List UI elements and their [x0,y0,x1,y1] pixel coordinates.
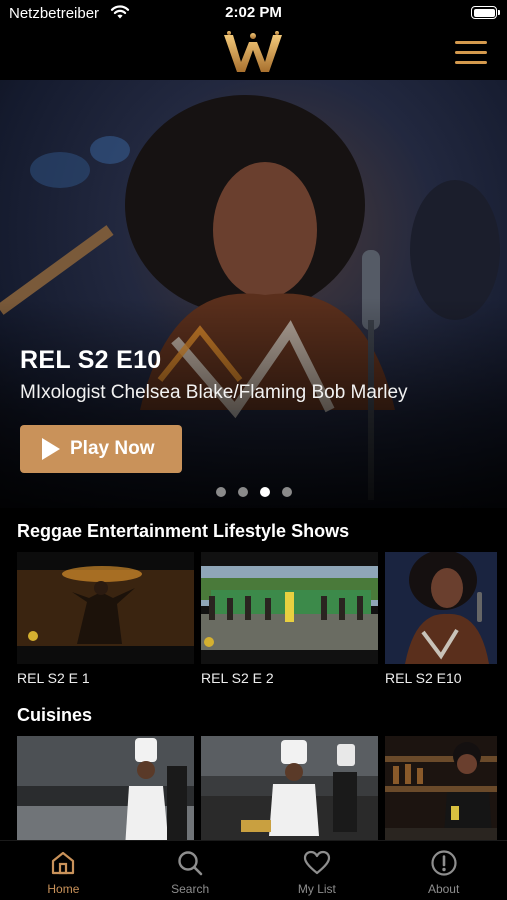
tab-label: My List [297,882,336,896]
search-icon [178,851,203,876]
tab-my-list[interactable]: My List [254,841,381,900]
episode-card[interactable]: REL S2 E 2 [201,552,378,686]
w-crown-logo[interactable] [221,30,285,76]
episode-card[interactable]: REL S2 E 1 [17,552,194,686]
carousel-dot[interactable] [282,487,292,497]
cuisine-thumbnail [17,736,194,848]
episode-thumbnail [201,552,378,664]
tab-search[interactable]: Search [127,841,254,900]
tab-label: Home [47,882,80,896]
carousel-dot[interactable] [238,487,248,497]
hamburger-menu-icon[interactable] [455,41,487,67]
episode-card[interactable]: REL S2 E10 [385,552,497,686]
battery-icon [471,6,500,19]
tab-about[interactable]: About [380,841,507,900]
heart-icon [303,850,330,875]
hero-subtitle: MIxologist Chelsea Blake/Flaming Bob Mar… [20,382,408,403]
cuisine-card[interactable] [201,736,378,854]
section-title-rel-shows: Reggae Entertainment Lifestyle Shows [17,521,350,541]
carousel-dot-active[interactable] [260,487,270,497]
tab-home[interactable]: Home [0,841,127,900]
episode-label: REL S2 E10 [385,670,462,686]
tab-label: About [427,882,460,896]
rel-shows-row: REL S2 E 1 REL S2 E 2 REL S2 E10 [17,552,507,686]
cuisine-card[interactable] [17,736,194,854]
play-now-label: Play Now [70,438,155,459]
home-icon [52,851,75,875]
hero-banner[interactable]: REL S2 E10 MIxologist Chelsea Blake/Flam… [0,80,507,508]
cuisine-card[interactable] [385,736,497,854]
hero-title: REL S2 E10 [20,346,162,374]
status-bar: Netzbetreiber 2:02 PM [0,0,507,28]
play-icon [42,438,60,460]
app-header [0,28,507,80]
episode-thumbnail [385,552,497,664]
bottom-tab-bar: Home Search My List About [0,840,507,900]
carousel-dot[interactable] [216,487,226,497]
info-icon [431,850,457,876]
episode-label: REL S2 E 2 [201,670,274,686]
tab-label: Search [171,882,210,896]
clock: 2:02 PM [225,4,282,21]
episode-label: REL S2 E 1 [17,670,90,686]
cuisines-row [17,736,507,854]
play-now-button[interactable]: Play Now [20,425,182,473]
cuisine-thumbnail [201,736,378,848]
episode-thumbnail [17,552,194,664]
carousel-pagination [216,487,292,497]
section-title-cuisines: Cuisines [17,705,93,725]
cuisine-thumbnail [385,736,497,848]
